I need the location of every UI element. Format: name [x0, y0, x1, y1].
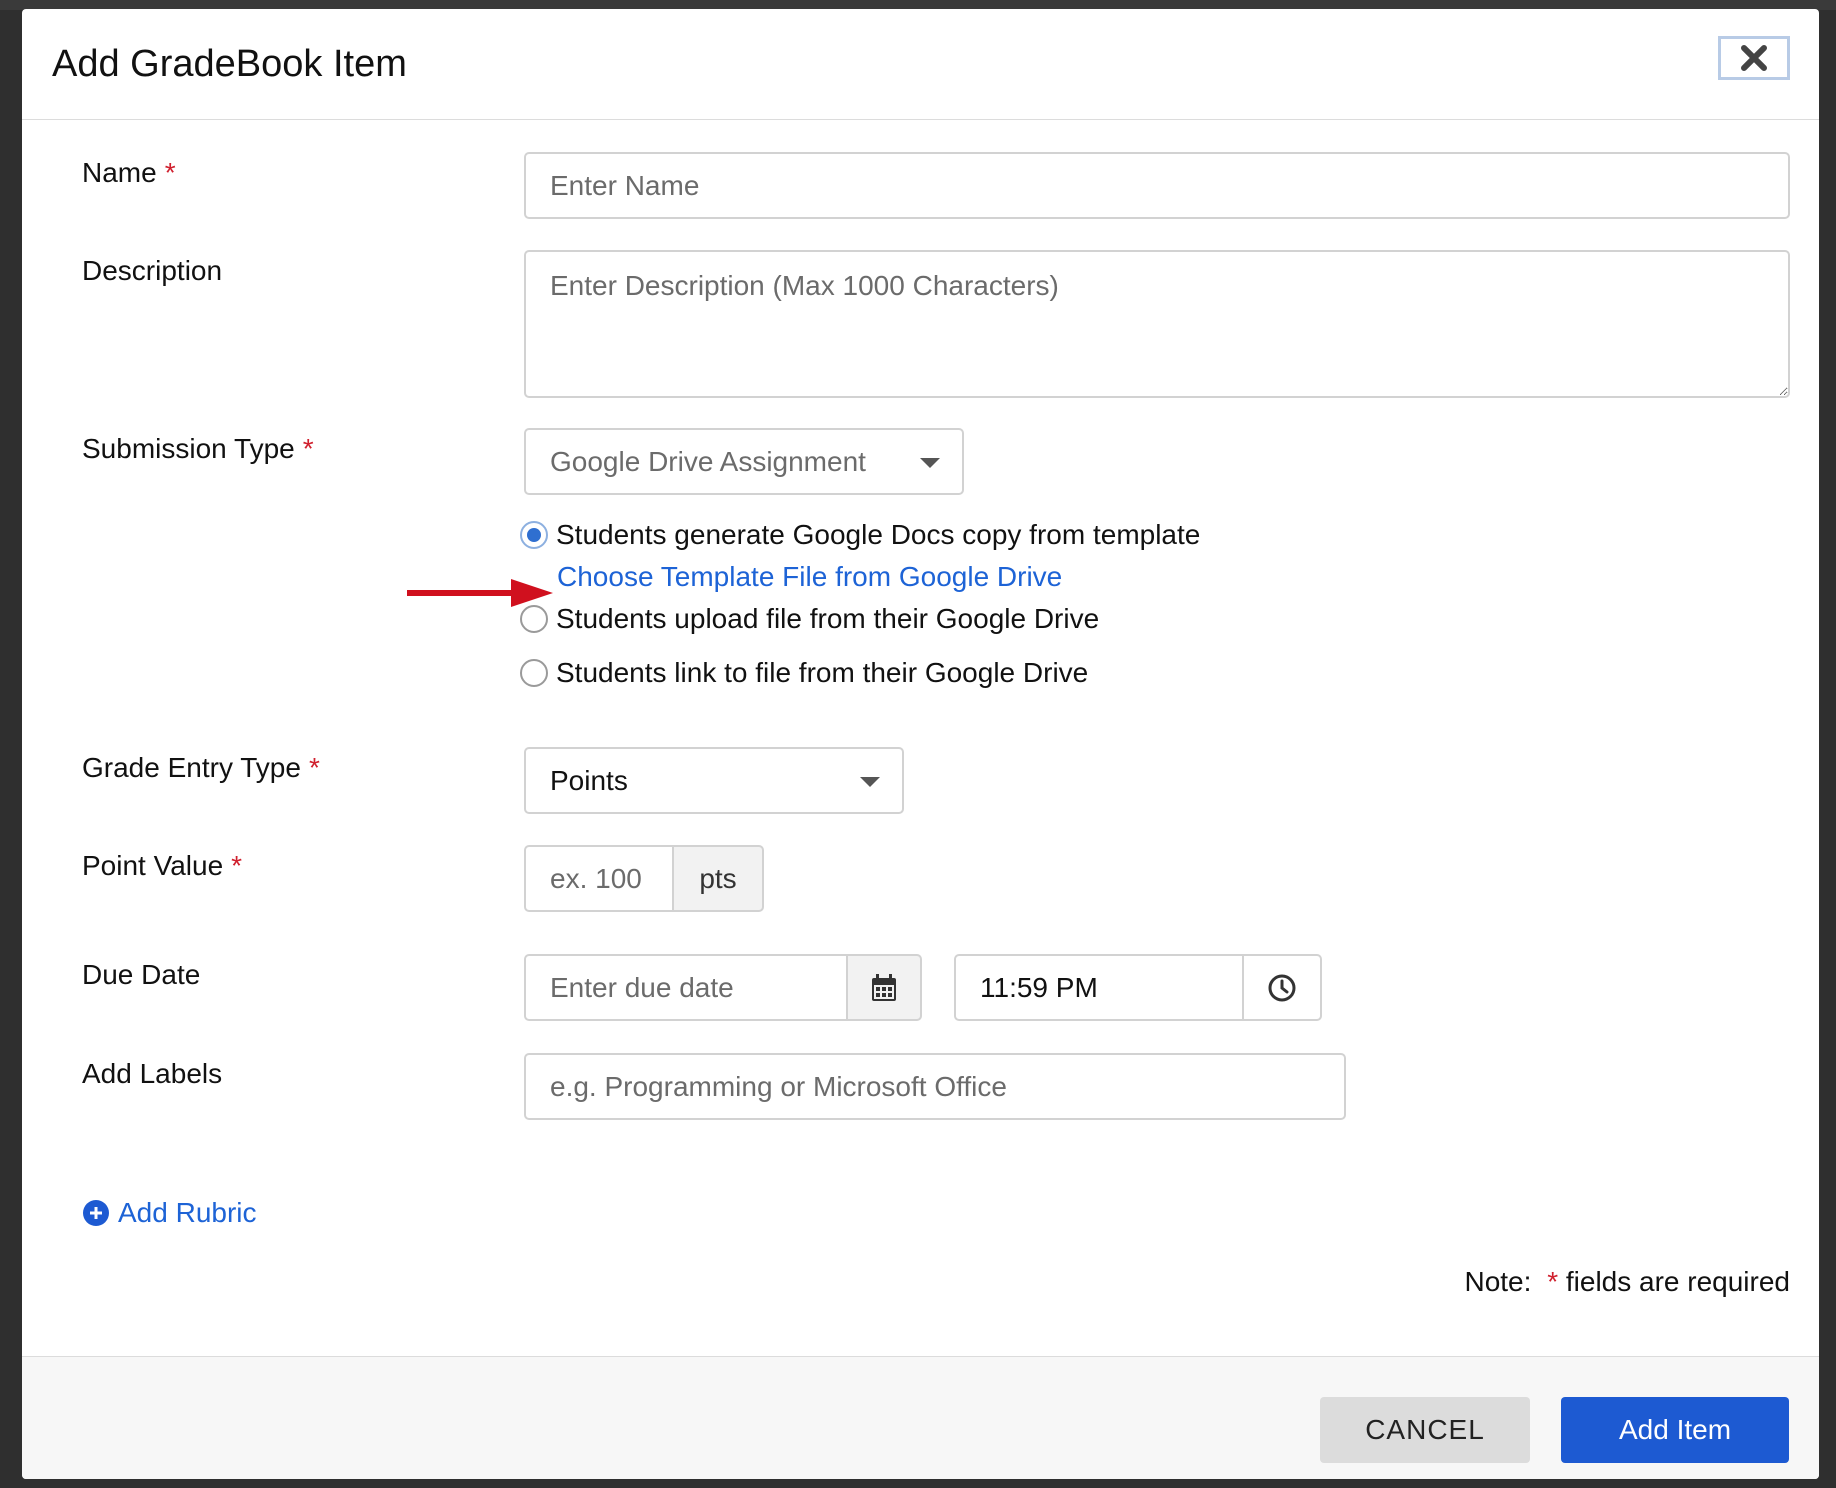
grade-entry-type-label-text: Grade Entry Type — [82, 752, 301, 783]
radio-option-upload[interactable]: Students upload file from their Google D… — [520, 603, 1099, 635]
note-prefix: Note: — [1464, 1266, 1532, 1297]
radio-label: Students upload file from their Google D… — [556, 603, 1100, 634]
modal-footer: CANCEL Add Item — [22, 1356, 1819, 1479]
plus-circle-icon — [83, 1200, 109, 1226]
cancel-button[interactable]: CANCEL — [1320, 1397, 1530, 1463]
grade-entry-type-value: Points — [550, 764, 628, 796]
add-rubric-link[interactable]: Add Rubric — [82, 1197, 257, 1229]
due-date-label: Due Date — [82, 959, 201, 990]
point-value-label-text: Point Value — [82, 850, 224, 881]
add-labels-label: Add Labels — [82, 1058, 223, 1089]
chevron-down-icon — [860, 776, 880, 787]
name-label: Name * — [82, 157, 176, 189]
add-rubric-label: Add Rubric — [118, 1197, 257, 1228]
points-unit-addon: pts — [672, 845, 764, 912]
point-value-input[interactable] — [524, 845, 674, 912]
radio-option-template[interactable]: Students generate Google Docs copy from … — [520, 519, 1200, 551]
note-suffix: fields are required — [1565, 1266, 1790, 1297]
submission-type-label: Submission Type * — [82, 433, 314, 465]
radio-button-checked[interactable] — [520, 521, 548, 549]
submission-type-value: Google Drive Assignment — [550, 445, 866, 477]
chevron-down-icon — [920, 457, 940, 468]
name-input[interactable] — [524, 152, 1790, 219]
due-date-input[interactable] — [524, 954, 848, 1021]
submission-type-select[interactable]: Google Drive Assignment — [524, 428, 964, 495]
add-item-button[interactable]: Add Item — [1561, 1397, 1789, 1463]
calendar-icon — [872, 973, 896, 1001]
submission-type-label-text: Submission Type — [82, 433, 295, 464]
radio-option-link[interactable]: Students link to file from their Google … — [520, 657, 1088, 689]
calendar-button[interactable] — [846, 954, 922, 1021]
name-label-text: Name — [82, 157, 157, 188]
modal-header: Add GradeBook Item — [22, 9, 1819, 120]
radio-button[interactable] — [520, 605, 548, 633]
clock-button[interactable] — [1242, 954, 1322, 1021]
close-icon — [1741, 45, 1767, 71]
modal-title: Add GradeBook Item — [52, 43, 407, 85]
required-mark: * — [308, 752, 320, 783]
required-mark: * — [1547, 1266, 1559, 1297]
close-button[interactable] — [1718, 36, 1790, 80]
radio-label: Students generate Google Docs copy from … — [556, 519, 1201, 550]
required-mark: * — [164, 157, 176, 188]
clock-icon — [1268, 974, 1296, 1001]
radio-label: Students link to file from their Google … — [556, 657, 1089, 688]
add-gradebook-item-modal: Add GradeBook Item Name* Description Sub… — [22, 9, 1819, 1479]
radio-button[interactable] — [520, 659, 548, 687]
choose-template-link[interactable]: Choose Template File from Google Drive — [557, 561, 1062, 593]
grade-entry-type-label: Grade Entry Type * — [82, 752, 320, 784]
description-textarea[interactable] — [524, 250, 1790, 398]
point-value-label: Point Value * — [82, 850, 242, 882]
required-fields-note: Note: * fields are required — [1464, 1266, 1790, 1298]
grade-entry-type-select[interactable]: Points — [524, 747, 904, 814]
labels-input[interactable] — [524, 1053, 1346, 1120]
due-time-input[interactable] — [954, 954, 1244, 1021]
required-mark: * — [302, 433, 314, 464]
required-mark: * — [231, 850, 243, 881]
description-label: Description — [82, 255, 223, 286]
